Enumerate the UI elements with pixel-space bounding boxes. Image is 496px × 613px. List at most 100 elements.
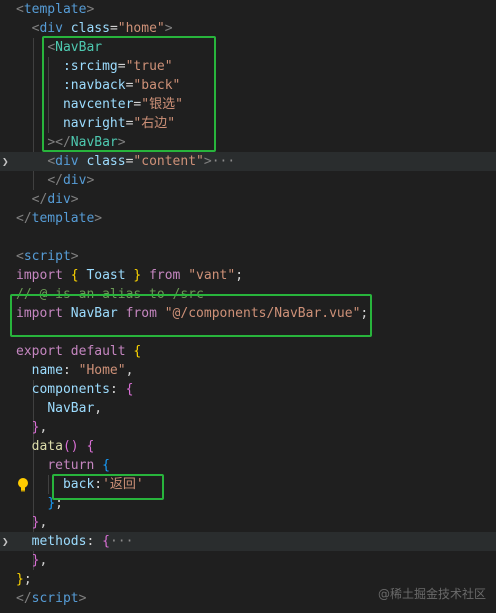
code-token: </ (16, 591, 32, 606)
code-text: }, (16, 418, 48, 437)
code-token: template (23, 2, 87, 17)
code-token: > (94, 211, 103, 226)
code-token: > (70, 249, 79, 264)
code-line[interactable]: }; (0, 494, 496, 513)
code-token: :srcimg (62, 59, 118, 74)
code-token: from (149, 268, 181, 283)
code-token: NavBar (70, 135, 118, 150)
code-line[interactable]: navright="右边" (0, 114, 496, 133)
code-token: : (62, 363, 79, 378)
code-token: methods (31, 534, 87, 549)
code-token: > (86, 173, 95, 188)
code-line[interactable]: }, (0, 551, 496, 570)
code-token: "Home" (78, 363, 126, 378)
code-line[interactable]: // @ is an alias to /src (0, 285, 496, 304)
code-text: methods: {··· (16, 532, 134, 551)
code-text: return { (16, 456, 110, 475)
code-token: { (102, 458, 110, 473)
code-token: = (117, 59, 126, 74)
watermark: @稀土掘金技术社区 (377, 587, 486, 601)
code-token: name (31, 363, 63, 378)
code-token: < (16, 2, 24, 17)
code-line[interactable]: <NavBar (0, 38, 496, 57)
code-line[interactable]: ❯ <div class="content">··· (0, 152, 496, 171)
code-token: ></ (47, 135, 71, 150)
code-line[interactable]: </template> (0, 209, 496, 228)
code-line[interactable]: import { Toast } from "vant"; (0, 266, 496, 285)
code-line[interactable] (0, 323, 496, 342)
code-token: NavBar (47, 401, 95, 416)
code-editor[interactable]: <template> <div class="home"> <NavBar :s… (0, 0, 496, 613)
code-line[interactable]: <script> (0, 247, 496, 266)
chevron-right-icon[interactable]: ❯ (2, 532, 12, 551)
code-token: > (86, 2, 95, 17)
code-token: { (70, 268, 79, 283)
code-line[interactable]: data() { (0, 437, 496, 456)
code-token: ··· (109, 534, 134, 549)
code-text: <div class="content">··· (16, 152, 235, 171)
code-line[interactable]: :navback="back" (0, 76, 496, 95)
code-token: from (125, 306, 157, 321)
code-line[interactable]: import NavBar from "@/components/NavBar.… (0, 304, 496, 323)
code-token: : (94, 477, 103, 492)
code-token: "@/components/NavBar.vue" (164, 306, 361, 321)
code-line[interactable]: }, (0, 513, 496, 532)
code-line[interactable]: ></NavBar> (0, 133, 496, 152)
code-line[interactable]: </div> (0, 171, 496, 190)
code-token: navright (62, 116, 126, 131)
code-token: "content" (133, 154, 204, 169)
code-token: < (47, 154, 56, 169)
code-token: = (109, 21, 118, 36)
code-token: </ (16, 211, 32, 226)
code-line[interactable]: </div> (0, 190, 496, 209)
code-token: , (94, 401, 103, 416)
code-line[interactable]: components: { (0, 380, 496, 399)
code-text: </template> (16, 209, 102, 228)
code-line[interactable]: <template> (0, 0, 496, 19)
code-text: </div> (16, 190, 79, 209)
code-token: , (39, 515, 48, 530)
code-text: name: "Home", (16, 361, 134, 380)
code-line[interactable]: name: "Home", (0, 361, 496, 380)
code-token: navcenter (62, 97, 134, 112)
code-token: </ (31, 192, 48, 207)
code-line[interactable]: back:'返回' (0, 475, 496, 494)
code-token: default (70, 344, 126, 359)
code-line[interactable] (0, 228, 496, 247)
code-text: </div> (16, 171, 94, 190)
code-text: <NavBar (16, 38, 102, 57)
code-token: ; (23, 572, 32, 587)
code-line[interactable]: :srcimg="true" (0, 57, 496, 76)
code-text: <script> (16, 247, 79, 266)
code-line[interactable]: }, (0, 418, 496, 437)
code-line[interactable]: navcenter="银选" (0, 95, 496, 114)
code-token: ; (235, 268, 244, 283)
code-token: } (16, 572, 24, 587)
code-token: import (16, 306, 63, 321)
code-text: data() { (16, 437, 95, 456)
code-token: > (78, 591, 87, 606)
code-line[interactable]: return { (0, 456, 496, 475)
code-line[interactable]: ❯ methods: {··· (0, 532, 496, 551)
code-text: <div class="home"> (16, 19, 173, 38)
code-token: components (31, 382, 110, 397)
code-line[interactable]: <div class="home"> (0, 19, 496, 38)
chevron-right-icon[interactable]: ❯ (2, 152, 12, 171)
code-token: Toast (78, 268, 134, 283)
code-token: > (117, 135, 126, 150)
code-line[interactable]: NavBar, (0, 399, 496, 418)
code-line[interactable]: export default { (0, 342, 496, 361)
code-token: data (31, 439, 63, 454)
